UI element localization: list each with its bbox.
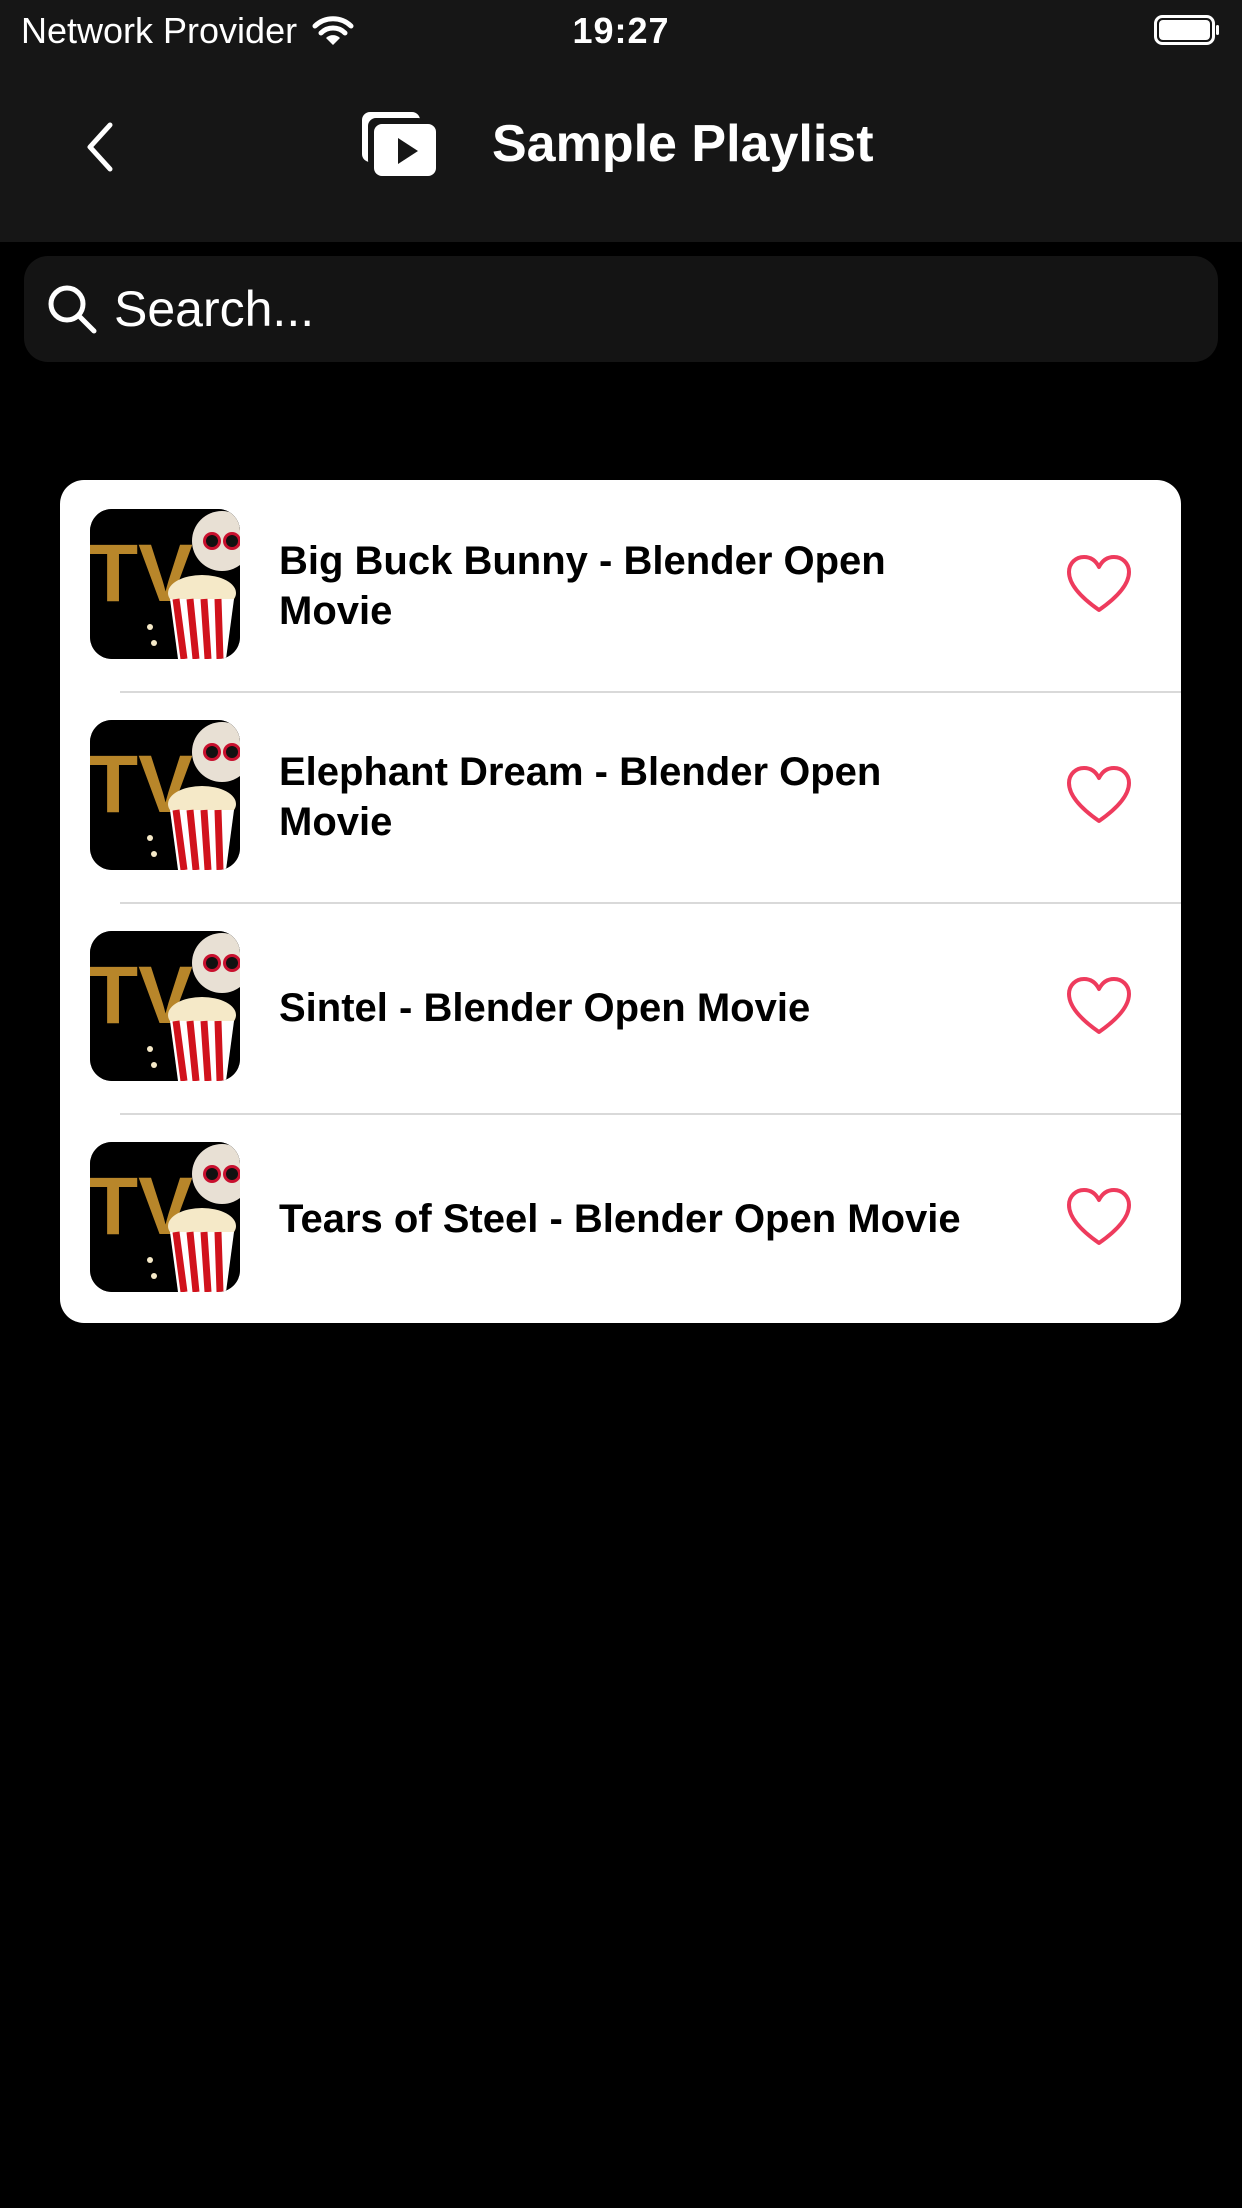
search-icon (48, 285, 97, 334)
chevron-left-icon (87, 122, 113, 172)
tv-popcorn-dog-thumbnail: TV (90, 720, 240, 870)
list-item[interactable]: TV Big Buck Bunny - Blender Open Movie (60, 480, 1181, 691)
status-bar: Network Provider 19:27 (0, 0, 1242, 62)
item-title: Sintel - Blender Open Movie (279, 985, 811, 1030)
tv-popcorn-dog-thumbnail: TV (90, 509, 240, 659)
tv-popcorn-dog-thumbnail: TV (90, 931, 240, 1081)
favorite-button[interactable] (1066, 1185, 1132, 1249)
playlist-list: TV Big Buck Bunny - Blender Open Movie T… (60, 480, 1181, 1323)
back-button[interactable] (70, 117, 130, 177)
page-title: Sample Playlist (492, 115, 874, 173)
favorite-button[interactable] (1066, 763, 1132, 827)
heart-outline-icon (1067, 766, 1131, 823)
heart-outline-icon (1067, 1188, 1131, 1245)
search-input[interactable] (112, 279, 1198, 339)
list-item[interactable]: TV Sintel - Blender Open Movie (60, 902, 1181, 1113)
navigation-bar: Sample Playlist (0, 62, 1242, 242)
tv-popcorn-dog-thumbnail: TV (90, 1142, 240, 1292)
item-title: Big Buck Bunny - Blender Open Movie (279, 538, 886, 633)
nav-title-group: Sample Playlist (360, 104, 874, 184)
favorite-button[interactable] (1066, 552, 1132, 616)
playlist-play-icon (362, 112, 436, 176)
search-bar (24, 256, 1218, 362)
heart-outline-icon (1067, 977, 1131, 1034)
status-time: 19:27 (572, 10, 670, 51)
heart-outline-icon (1067, 555, 1131, 612)
favorite-button[interactable] (1066, 974, 1132, 1038)
battery-icon (1154, 15, 1219, 45)
list-item[interactable]: TV Elephant Dream - Blender Open Movie (60, 691, 1181, 902)
item-title: Tears of Steel - Blender Open Movie (279, 1196, 961, 1241)
item-title: Elephant Dream - Blender Open Movie (279, 749, 882, 844)
list-item[interactable]: TV Tears of Steel - Blender Open Movie (60, 1113, 1181, 1323)
